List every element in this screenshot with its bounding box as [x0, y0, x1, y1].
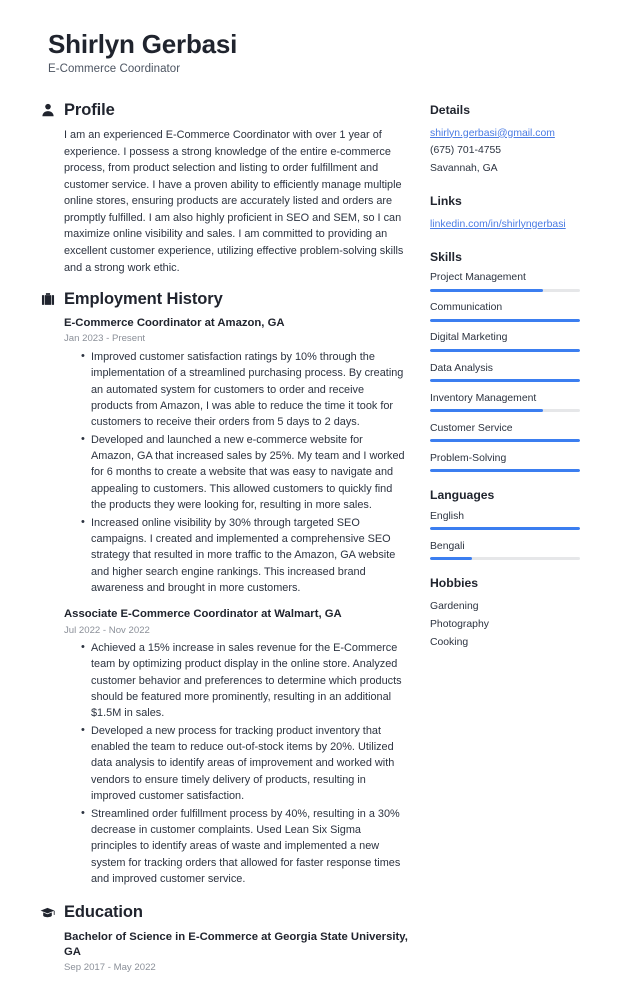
profile-body: I am an experienced E-Commerce Coordinat… [40, 127, 408, 276]
skill-bar-track [430, 469, 580, 473]
bullet-item: Streamlined order fulfillment process by… [81, 805, 408, 888]
bullet-item: Developed a new process for tracking pro… [81, 722, 408, 805]
profile-heading: Profile [40, 101, 408, 119]
main-column: Profile I am an experienced E-Commerce C… [40, 101, 422, 988]
skill-bar-fill [430, 379, 580, 383]
skill-bar-track [430, 439, 580, 443]
sidebar-links: Links linkedin.com/in/shirlyngerbasi [430, 194, 608, 234]
language-bar-fill [430, 557, 472, 561]
bullet-item: Achieved a 15% increase in sales revenue… [81, 639, 408, 722]
language-row: English [430, 510, 608, 531]
employment-entry: E-Commerce Coordinator at Amazon, GA Jan… [64, 316, 408, 596]
language-label: English [430, 510, 465, 522]
links-title: Links [430, 194, 462, 209]
language-bar-track [430, 527, 580, 531]
candidate-name: Shirlyn Gerbasi [48, 29, 238, 59]
skill-label: Customer Service [430, 422, 513, 434]
skill-label: Digital Marketing [430, 332, 508, 344]
bullet-item: Increased online visibility by 30% throu… [81, 514, 408, 597]
language-label: Bengali [430, 540, 465, 552]
sidebar-column: Details shirlyn.gerbasi@gmail.com (675) … [422, 101, 608, 668]
skill-bar-track [430, 318, 580, 322]
entry-bullets: Improved customer satisfaction ratings b… [64, 348, 408, 597]
skill-row: Customer Service [430, 422, 608, 443]
skill-bar-fill [430, 469, 580, 473]
entry-title: Associate E-Commerce Coordinator at Walm… [64, 608, 342, 621]
skill-label: Data Analysis [430, 362, 493, 374]
profile-title: Profile [64, 100, 115, 119]
graduation-cap-icon [40, 905, 55, 920]
location-text: Savannah, GA [430, 163, 498, 175]
skill-label: Project Management [430, 272, 526, 284]
entry-date: Jul 2022 - Nov 2022 [64, 624, 150, 636]
education-entry: Bachelor of Science in E-Commerce at Geo… [64, 930, 408, 975]
skill-label: Problem-Solving [430, 452, 507, 464]
skill-bar-fill [430, 318, 580, 322]
profile-text: I am an experienced E-Commerce Coordinat… [64, 129, 404, 274]
email-link[interactable]: shirlyn.gerbasi@gmail.com [430, 125, 608, 143]
skill-label: Communication [430, 302, 503, 314]
skill-row: Inventory Management [430, 392, 608, 413]
languages-title: Languages [430, 488, 495, 503]
skill-row: Digital Marketing [430, 331, 608, 353]
hobby-item: Photography [430, 618, 489, 630]
skill-bar-fill [430, 349, 580, 353]
employment-title: Employment History [64, 290, 223, 309]
language-row: Bengali [430, 540, 608, 561]
education-body: Bachelor of Science in E-Commerce at Geo… [40, 930, 408, 975]
education-heading: Education [40, 903, 408, 921]
person-icon [40, 102, 55, 117]
sidebar-languages: Languages English Bengali [430, 488, 608, 561]
bullet-item: Developed and launched a new e-commerce … [81, 431, 408, 514]
section-education: Education Bachelor of Science in E-Comme… [40, 903, 408, 974]
sidebar-hobbies: Hobbies Gardening Photography Cooking [430, 576, 608, 651]
skill-bar-track [430, 409, 580, 413]
sidebar-details: Details shirlyn.gerbasi@gmail.com (675) … [430, 103, 608, 178]
briefcase-icon [40, 292, 55, 307]
education-title: Education [64, 903, 143, 922]
hobby-item: Gardening [430, 601, 479, 613]
skill-bar-track [430, 288, 580, 292]
skill-bar-fill [430, 439, 580, 443]
skill-row: Data Analysis [430, 362, 608, 383]
skill-row: Communication [430, 301, 608, 322]
entry-date: Jan 2023 - Present [64, 333, 146, 345]
entry-bullets: Achieved a 15% increase in sales revenue… [64, 639, 408, 888]
hobby-item: Cooking [430, 636, 469, 648]
resume-columns: Profile I am an experienced E-Commerce C… [40, 101, 616, 988]
section-profile: Profile I am an experienced E-Commerce C… [40, 101, 408, 276]
skill-row: Project Management [430, 271, 608, 292]
details-title: Details [430, 102, 470, 117]
language-bar-fill [430, 527, 580, 531]
resume-header: Shirlyn Gerbasi E-Commerce Coordinator [40, 29, 616, 75]
skills-title: Skills [430, 249, 462, 264]
entry-title: E-Commerce Coordinator at Amazon, GA [64, 317, 285, 330]
entry-date: Sep 2017 - May 2022 [64, 962, 156, 973]
skill-bar-track [430, 349, 580, 353]
hobbies-title: Hobbies [430, 576, 479, 591]
entry-title: Bachelor of Science in E-Commerce at Geo… [64, 930, 408, 958]
resume-page: Shirlyn Gerbasi E-Commerce Coordinator P… [0, 0, 640, 973]
skill-bar-fill [430, 409, 543, 413]
candidate-job-title: E-Commerce Coordinator [48, 62, 181, 75]
linkedin-link[interactable]: linkedin.com/in/shirlyngerbasi [430, 216, 608, 234]
skill-row: Problem-Solving [430, 452, 608, 473]
language-bar-track [430, 557, 580, 561]
sidebar-skills: Skills Project Management Communication … [430, 249, 608, 473]
employment-body: E-Commerce Coordinator at Amazon, GA Jan… [40, 316, 408, 887]
employment-heading: Employment History [40, 290, 408, 308]
skill-bar-track [430, 379, 580, 383]
phone-text: (675) 701-4755 [430, 145, 502, 157]
skill-bar-fill [430, 288, 543, 292]
skill-label: Inventory Management [430, 392, 537, 404]
section-employment: Employment History E-Commerce Coordinato… [40, 290, 408, 887]
bullet-item: Improved customer satisfaction ratings b… [81, 348, 408, 431]
employment-entry: Associate E-Commerce Coordinator at Walm… [64, 607, 408, 887]
